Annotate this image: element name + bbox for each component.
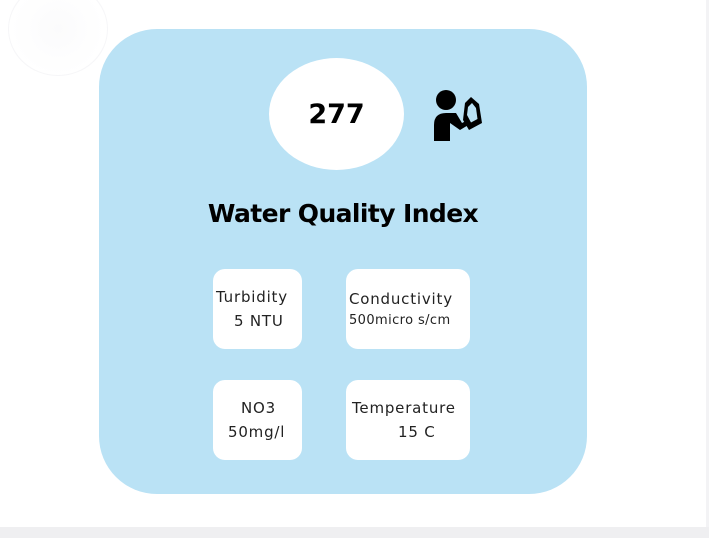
score-value: 277 <box>308 98 365 130</box>
card-title: Water Quality Index <box>207 199 479 228</box>
turbidity-label: Turbidity <box>216 288 288 306</box>
conductivity-value: 500micro s/cm <box>349 313 451 328</box>
background-decoration <box>8 0 108 76</box>
temperature-label: Temperature <box>352 399 456 417</box>
no3-label: NO3 <box>241 399 276 417</box>
water-quality-card: 277 Water Quality Index Turbidity 5 NTU … <box>99 29 587 494</box>
score-badge: 277 <box>269 58 404 170</box>
temperature-value: 15 C <box>398 423 436 441</box>
no3-value: 50mg/l <box>228 423 286 441</box>
person-drinking-icon <box>434 90 482 141</box>
bottom-edge <box>0 527 709 538</box>
conductivity-label: Conductivity <box>349 290 453 308</box>
no3-tile: NO3 50mg/l <box>213 380 302 460</box>
conductivity-tile: Conductivity 500micro s/cm <box>346 269 470 349</box>
turbidity-value: 5 NTU <box>234 312 284 330</box>
temperature-tile: Temperature 15 C <box>346 380 470 460</box>
turbidity-tile: Turbidity 5 NTU <box>213 269 302 349</box>
